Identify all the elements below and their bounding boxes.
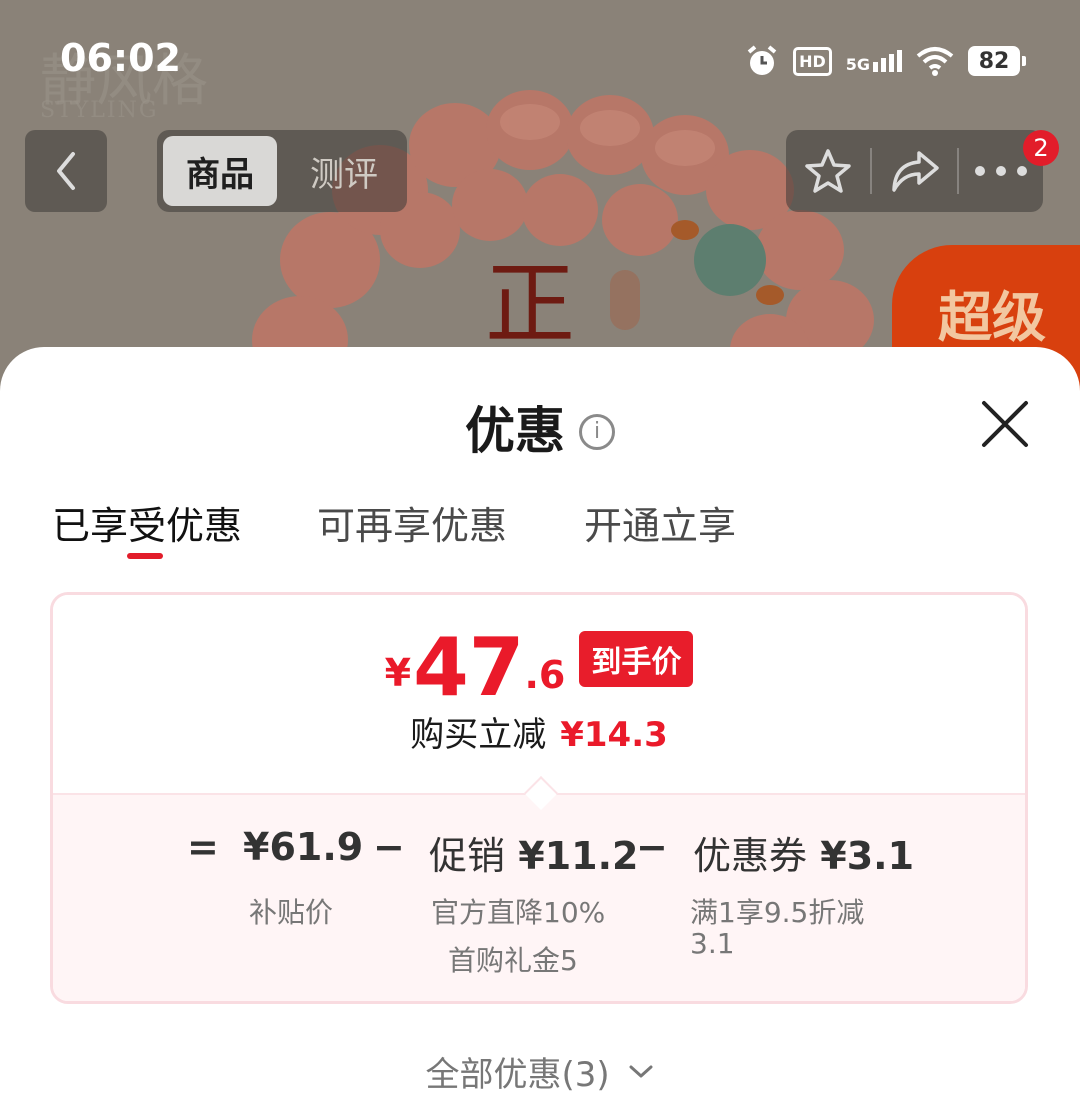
sheet-header: 优惠 i [0,391,1080,463]
reduction-value: ¥14.3 [560,715,668,755]
chevron-down-icon [629,1065,653,1078]
alarm-icon [747,45,777,75]
action-group [786,130,1043,212]
discount-sheet: 优惠 i 已享受优惠 可再享优惠 开通立享 ¥ 47 .6 到手价 购买立减 ¥14… [0,347,1080,1112]
more-dots-icon [974,166,1027,176]
all-offers-label: 全部优惠(3) [425,1055,610,1095]
active-tab-indicator [127,553,163,559]
final-price-tag: 到手价 [579,631,694,687]
price-summary: ¥ 47 .6 到手价 购买立减 ¥14.3 [53,595,1025,793]
discount-card: ¥ 47 .6 到手价 购买立减 ¥14.3 = ¥61.9 − 促销 ¥11.2… [50,592,1028,1004]
coupon-detail: 3.1 [690,927,735,960]
price-decimal: .6 [524,653,566,697]
promo-amount: 促销 ¥11.2 [429,825,638,880]
star-icon [805,149,851,193]
promo-label: 促销 [429,834,506,878]
tab-more-discounts[interactable]: 可再享优惠 [317,495,507,550]
share-button[interactable] [872,130,956,212]
back-button[interactable] [25,130,107,212]
promo-value: ¥11.2 [518,834,639,878]
signal-icon: 5G [846,50,902,73]
minus-sign: − [636,825,668,869]
favorite-button[interactable] [786,130,870,212]
coupon-label: 优惠券 [693,834,808,878]
equals-sign: = [187,825,219,869]
base-price-label: 补贴价 [249,896,334,929]
minus-sign: − [373,825,405,869]
hd-icon: HD [793,46,832,76]
coupon-amount: 优惠券 ¥3.1 [693,825,914,880]
reduction-line: 购买立减 ¥14.3 [53,707,1025,756]
sheet-title: 优惠 [465,402,565,460]
notification-badge: 2 [1023,130,1059,166]
battery-icon: 82 [968,46,1026,76]
base-price: ¥61.9 [243,825,364,869]
info-icon[interactable]: i [579,414,615,450]
currency-symbol: ¥ [384,651,412,695]
product-tab-switch: 商品 测评 [157,130,407,212]
promo-detail: 首购礼金5 [448,944,578,977]
promo-detail: 官方直降10% [431,896,606,929]
status-bar: 06:02 HD 5G 82 [0,0,1080,120]
close-icon [982,401,1028,447]
status-time: 06:02 [60,36,181,80]
svg-text:正: 正 [485,252,575,357]
coupon-value: ¥3.1 [820,834,915,878]
final-price: ¥ 47 .6 到手价 [53,627,1025,709]
price-integer: 47 [413,621,525,714]
close-button[interactable] [980,399,1030,449]
tab-product[interactable]: 商品 [163,136,277,206]
coupon-detail: 满1享9.5折减 [690,896,865,929]
status-icons: HD 5G 82 [745,40,1026,82]
tab-activate-discounts[interactable]: 开通立享 [584,495,736,550]
wifi-icon [916,47,954,76]
tab-enjoyed-discounts[interactable]: 已享受优惠 [52,495,242,550]
chevron-left-icon [57,152,75,190]
all-offers-link[interactable]: 全部优惠(3) [0,1047,1080,1096]
tab-review[interactable]: 测评 [287,136,401,206]
reduction-label: 购买立减 [410,715,547,755]
share-icon [891,151,939,192]
